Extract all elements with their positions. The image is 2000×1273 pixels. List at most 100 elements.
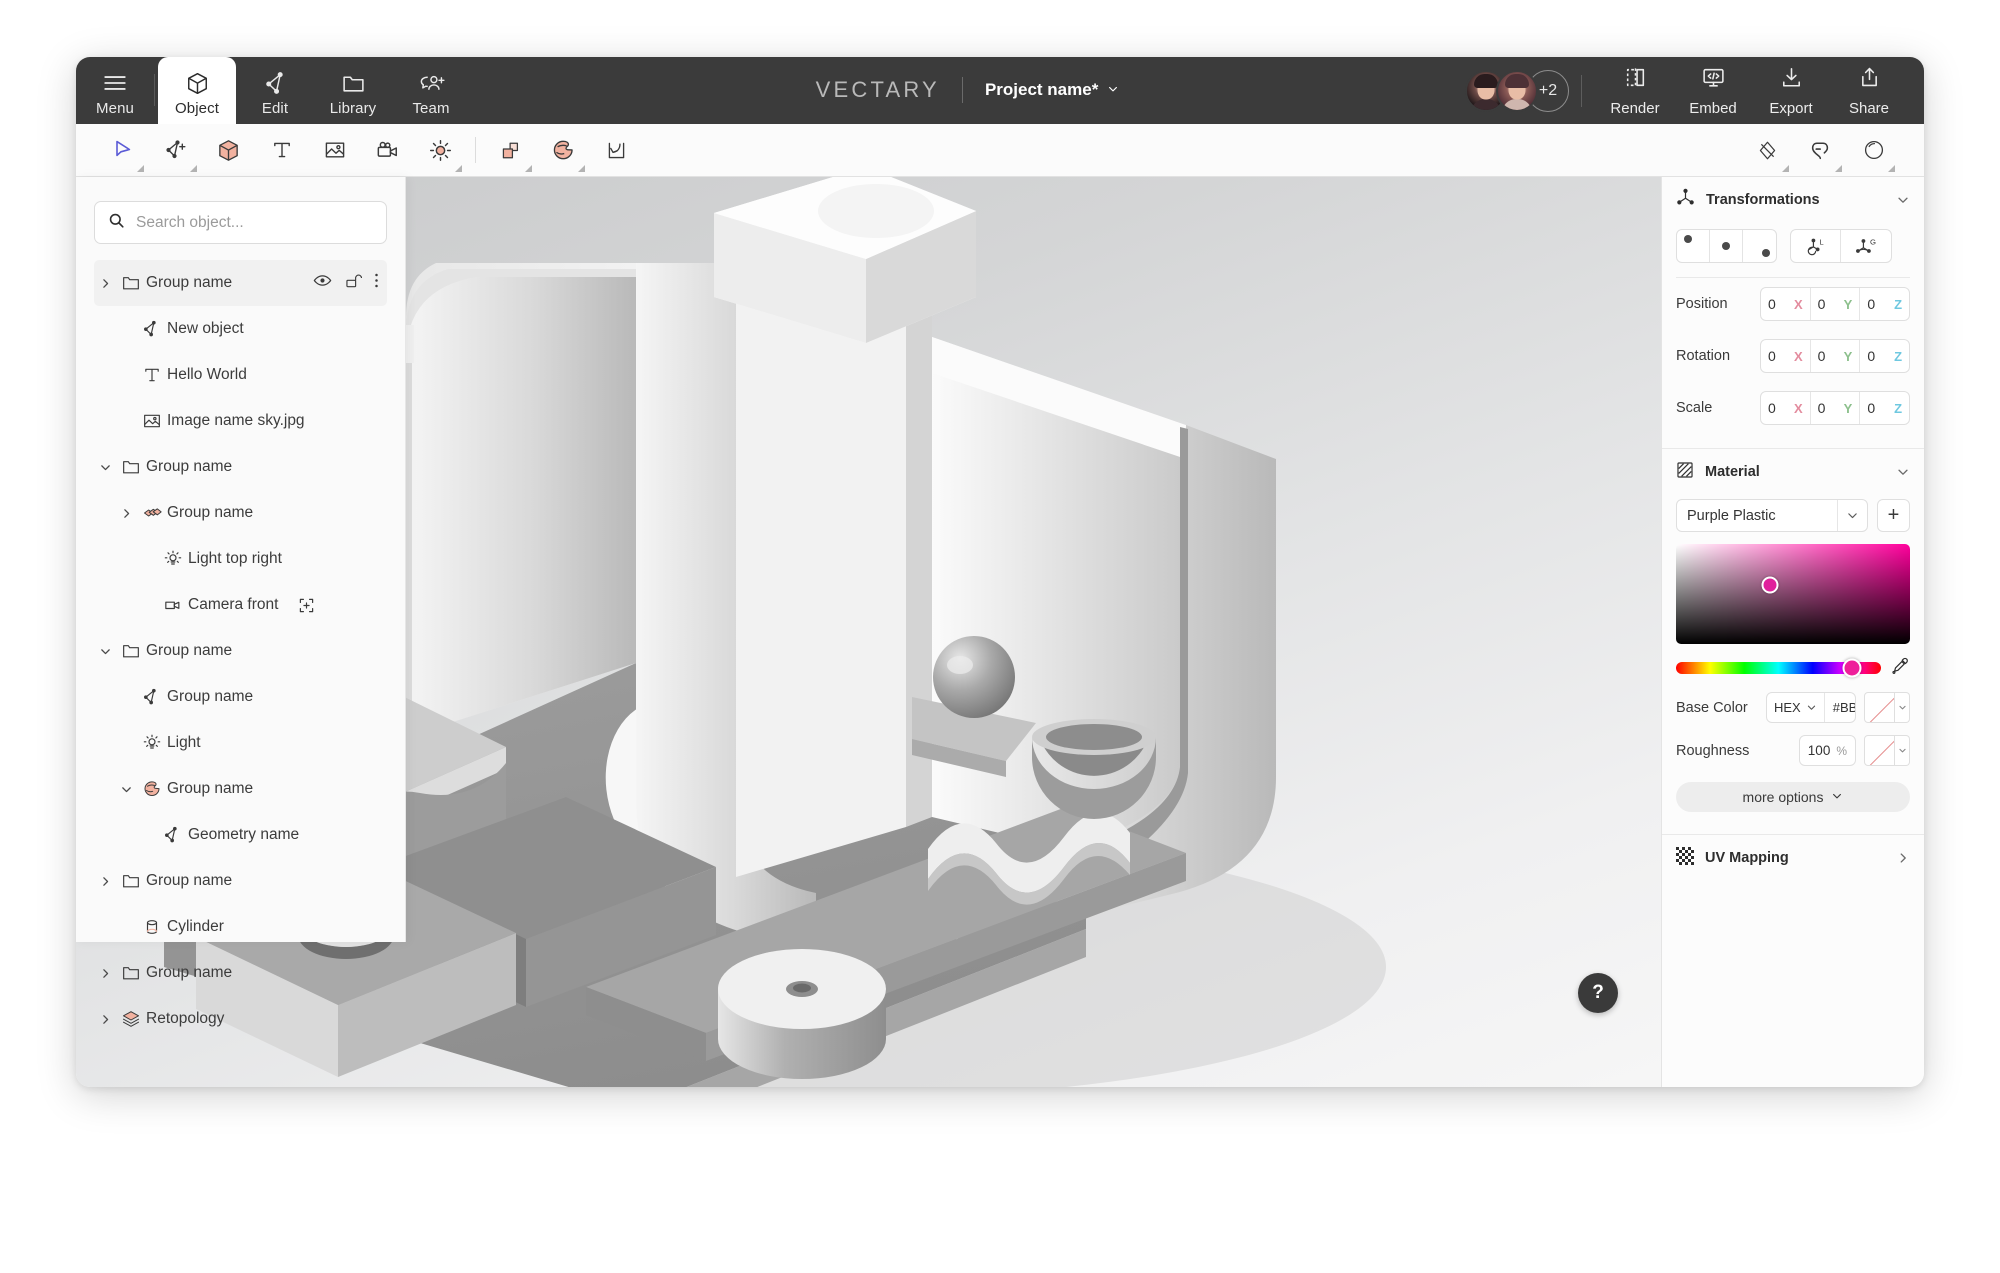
color-picker-handle[interactable]: [1761, 576, 1779, 594]
transformations-section-header[interactable]: Transformations: [1662, 177, 1924, 223]
rotation-x-input[interactable]: 0 X: [1761, 340, 1811, 372]
export-button[interactable]: Export: [1752, 57, 1830, 124]
tree-row-light-top-right[interactable]: Light top right: [94, 536, 387, 582]
chevron-down-icon[interactable]: [1895, 692, 1910, 723]
chevron-right-icon[interactable]: [94, 967, 116, 980]
local-space-button[interactable]: L: [1791, 230, 1841, 262]
tree-row-group-name[interactable]: Group name: [94, 950, 387, 996]
more-vertical-icon[interactable]: [374, 271, 379, 295]
chevron-right-icon[interactable]: [94, 875, 116, 888]
tree-row-geometry-name[interactable]: Geometry name: [94, 812, 387, 858]
tree-row-retopology[interactable]: Retopology: [94, 996, 387, 1042]
tab-library[interactable]: Library: [314, 57, 392, 124]
material-paint-tool[interactable]: [537, 126, 590, 174]
tree-row-group-name[interactable]: Group name: [94, 444, 387, 490]
scale-x-input[interactable]: 0 X: [1761, 392, 1811, 424]
chevron-down-icon[interactable]: [94, 461, 116, 474]
vectary-app-window: Menu Object Edit Library Team VECTARY Pr…: [76, 57, 1924, 1087]
axis-x-label: X: [1794, 348, 1803, 364]
position-x-input[interactable]: 0 X: [1761, 288, 1811, 320]
magnet-snap-tool[interactable]: [1794, 126, 1847, 174]
saturation-value-picker[interactable]: [1676, 544, 1910, 644]
add-text-tool[interactable]: [255, 126, 308, 174]
tree-row-group-name[interactable]: Group name: [94, 260, 387, 306]
eyedropper-icon[interactable]: [1891, 656, 1910, 680]
chevron-right-icon[interactable]: [1896, 851, 1910, 865]
shading-tool[interactable]: [1741, 126, 1794, 174]
base-color-hex-input[interactable]: #BB6BD9: [1825, 693, 1855, 722]
position-z-input[interactable]: 0 Z: [1860, 288, 1909, 320]
tree-row-group-name[interactable]: Group name: [94, 674, 387, 720]
base-color-texture-slot: [1864, 692, 1910, 723]
environment-sphere-tool[interactable]: [1847, 126, 1900, 174]
uv-mapping-section-header[interactable]: UV Mapping: [1662, 835, 1924, 881]
tree-row-label: Camera front: [188, 596, 279, 613]
chevron-down-icon[interactable]: [115, 783, 137, 796]
tree-row-light[interactable]: Light: [94, 720, 387, 766]
embed-button[interactable]: Embed: [1674, 57, 1752, 124]
roughness-input[interactable]: 100 %: [1798, 735, 1856, 766]
hue-slider[interactable]: [1676, 658, 1881, 678]
tree-row-group-name[interactable]: Group name: [94, 628, 387, 674]
pivot-center-button[interactable]: [1710, 230, 1743, 262]
pivot-top-left-button[interactable]: [1677, 230, 1710, 262]
more-options-button[interactable]: more options: [1676, 782, 1910, 812]
position-y-input[interactable]: 0 Y: [1811, 288, 1861, 320]
material-select[interactable]: Purple Plastic: [1676, 499, 1868, 532]
chevron-right-icon[interactable]: [94, 277, 116, 290]
scale-z-input[interactable]: 0 Z: [1860, 392, 1909, 424]
tree-row-group-name[interactable]: Group name: [94, 766, 387, 812]
eye-visible-icon[interactable]: [313, 271, 332, 295]
add-mesh-tool[interactable]: [149, 126, 202, 174]
menu-button[interactable]: Menu: [76, 57, 154, 124]
color-mode-value: HEX: [1774, 700, 1801, 715]
rotation-y-input[interactable]: 0 Y: [1811, 340, 1861, 372]
chevron-down-icon[interactable]: [1896, 193, 1910, 207]
tree-row-group-name[interactable]: Group name: [94, 490, 387, 536]
tree-row-new-object[interactable]: New object: [94, 306, 387, 352]
global-space-button[interactable]: G: [1841, 230, 1891, 262]
import-tool[interactable]: [590, 126, 643, 174]
chevron-right-icon[interactable]: [94, 1013, 116, 1026]
scale-y-input[interactable]: 0 Y: [1811, 392, 1861, 424]
select-cursor-tool[interactable]: [96, 126, 149, 174]
chevron-down-icon[interactable]: [94, 645, 116, 658]
base-color-texture-swatch[interactable]: [1864, 692, 1895, 723]
tab-edit[interactable]: Edit: [236, 57, 314, 124]
tab-team[interactable]: Team: [392, 57, 470, 124]
tab-object[interactable]: Object: [158, 57, 236, 124]
unlock-icon[interactable]: [344, 272, 363, 295]
tree-row-cylinder[interactable]: Cylinder: [94, 904, 387, 950]
help-button[interactable]: ?: [1578, 973, 1618, 1013]
collaborator-avatars[interactable]: +2: [1465, 57, 1575, 124]
share-button[interactable]: Share: [1830, 57, 1908, 124]
tree-row-group-name[interactable]: Group name: [94, 858, 387, 904]
add-light-tool[interactable]: [414, 126, 467, 174]
project-name-dropdown[interactable]: Project name*: [985, 80, 1119, 100]
search-input[interactable]: [136, 213, 373, 232]
add-camera-tool[interactable]: [361, 126, 414, 174]
position-y-value: 0: [1817, 296, 1826, 312]
chevron-right-icon[interactable]: [115, 507, 137, 520]
pivot-bottom-right-button[interactable]: [1743, 230, 1776, 262]
color-mode-select[interactable]: HEX: [1767, 693, 1825, 722]
search-bar[interactable]: [94, 201, 387, 244]
hue-slider-handle[interactable]: [1842, 658, 1862, 678]
add-image-tool[interactable]: [308, 126, 361, 174]
avatar[interactable]: [1496, 69, 1538, 112]
rotation-z-input[interactable]: 0 Z: [1860, 340, 1909, 372]
roughness-texture-swatch[interactable]: [1864, 735, 1895, 766]
material-section-header[interactable]: Material: [1662, 449, 1924, 495]
chevron-down-icon[interactable]: [1895, 735, 1910, 766]
duplicate-tool[interactable]: [484, 126, 537, 174]
focus-frame-icon[interactable]: [298, 597, 315, 614]
add-material-button[interactable]: +: [1877, 499, 1910, 532]
add-primitive-tool[interactable]: [202, 126, 255, 174]
embed-code-icon: [1701, 65, 1726, 95]
render-button[interactable]: Render: [1596, 57, 1674, 124]
chevron-down-icon[interactable]: [1896, 465, 1910, 479]
tree-row-hello-world[interactable]: Hello World: [94, 352, 387, 398]
tree-row-camera-front[interactable]: Camera front: [94, 582, 387, 628]
tree-row-image-name-sky-jpg[interactable]: Image name sky.jpg: [94, 398, 387, 444]
position-x-value: 0: [1768, 296, 1776, 312]
